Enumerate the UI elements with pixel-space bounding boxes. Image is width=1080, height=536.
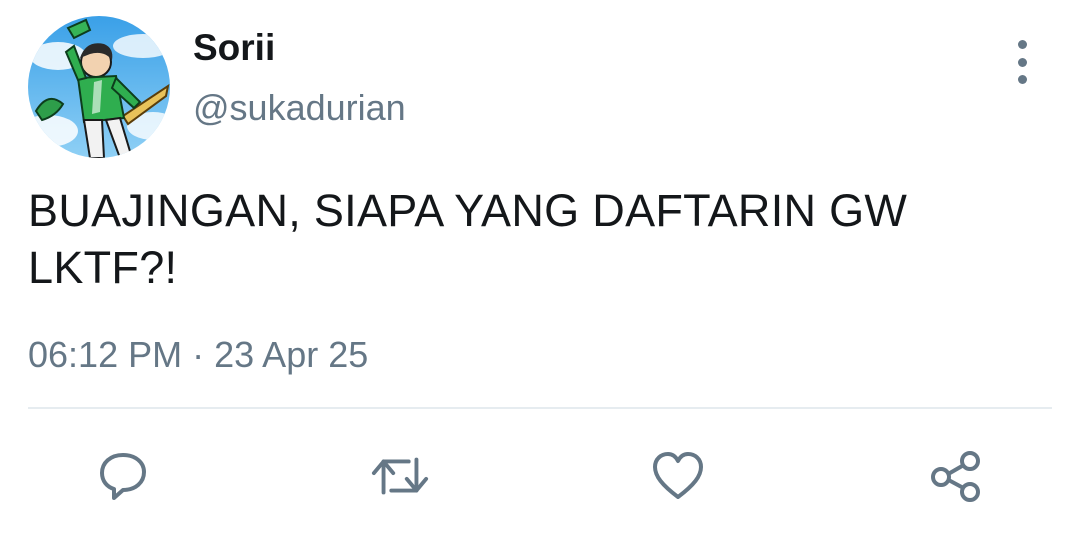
tweet-text: BUAJINGAN, SIAPA YANG DAFTARIN GW LKTF?!	[28, 182, 1028, 296]
tweet-date: 23 Apr 25	[214, 334, 369, 375]
tweet-time: 06:12 PM	[28, 334, 183, 375]
tweet-timestamp: 06:12 PM · 23 Apr 25	[28, 333, 368, 377]
display-name[interactable]: Sorii	[193, 26, 275, 70]
divider	[28, 407, 1052, 409]
share-icon	[931, 451, 980, 502]
meta-separator: ·	[192, 334, 205, 375]
avatar-image	[28, 16, 170, 158]
tweet-card: Sorii @sukadurian BUAJINGAN, SIAPA YANG …	[0, 0, 1080, 536]
more-vertical-icon	[1017, 75, 1027, 84]
more-vertical-icon	[1017, 57, 1027, 67]
like-button[interactable]	[648, 446, 708, 506]
tweet-text-line: BUAJINGAN, SIAPA YANG DAFTARIN GW	[28, 185, 908, 236]
reply-button[interactable]	[93, 446, 153, 506]
more-options-button[interactable]	[1002, 40, 1042, 84]
reply-icon	[100, 453, 146, 500]
avatar[interactable]	[28, 16, 170, 158]
user-handle[interactable]: @sukadurian	[193, 86, 406, 130]
share-button[interactable]	[926, 446, 986, 506]
more-vertical-icon	[1017, 40, 1027, 49]
heart-icon	[653, 452, 703, 499]
tweet-text-line: LKTF?!	[28, 242, 178, 293]
retweet-icon	[371, 457, 429, 495]
retweet-button[interactable]	[370, 446, 430, 506]
